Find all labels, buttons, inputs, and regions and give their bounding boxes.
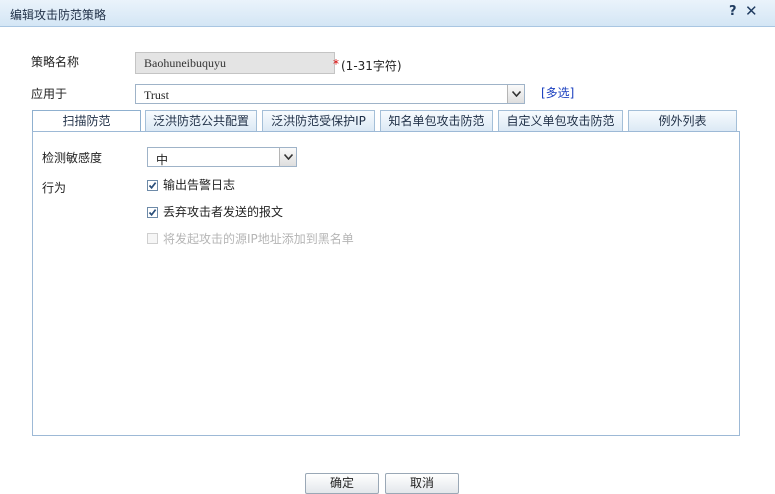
action-label: 行为 <box>42 181 67 195</box>
output-alarm-log-label: 输出告警日志 <box>163 178 236 192</box>
close-icon[interactable]: ✕ <box>745 2 758 20</box>
cancel-button[interactable]: 取消 <box>385 473 459 494</box>
tab-scan-prevention[interactable]: 扫描防范 <box>32 110 141 132</box>
apply-to-value: Trust <box>144 88 169 102</box>
tab-strip: 扫描防范 泛洪防范公共配置 泛洪防范受保护IP 知名单包攻击防范 自定义单包攻击… <box>32 110 740 132</box>
chevron-down-icon[interactable] <box>279 148 296 166</box>
tab-flood-common-config[interactable]: 泛洪防范公共配置 <box>145 110 257 131</box>
policy-name-label: 策略名称 <box>31 55 80 69</box>
tab-exception-list[interactable]: 例外列表 <box>628 110 737 131</box>
tab-custom-single-packet[interactable]: 自定义单包攻击防范 <box>498 110 623 131</box>
tab-known-single-packet[interactable]: 知名单包攻击防范 <box>380 110 493 131</box>
required-mark: * <box>333 57 339 71</box>
output-alarm-log-checkbox[interactable] <box>147 180 158 191</box>
apply-to-label: 应用于 <box>31 87 68 101</box>
add-source-ip-blacklist-label: 将发起攻击的源IP地址添加到黑名单 <box>163 232 354 246</box>
drop-attacker-packets-checkbox[interactable] <box>147 207 158 218</box>
drop-attacker-packets-label: 丢弃攻击者发送的报文 <box>163 205 284 219</box>
apply-to-select[interactable]: Trust <box>135 84 525 104</box>
policy-name-input[interactable] <box>135 52 335 74</box>
help-icon[interactable]: ? <box>729 4 737 19</box>
dialog-titlebar: 编辑攻击防范策略 ? ✕ <box>0 0 775 27</box>
sensitivity-value: 中 <box>156 153 169 167</box>
dialog-title: 编辑攻击防范策略 <box>10 8 107 22</box>
policy-name-hint: (1-31字符) <box>341 59 402 73</box>
sensitivity-label: 检测敏感度 <box>42 151 103 165</box>
chevron-down-icon[interactable] <box>507 85 524 103</box>
scan-prevention-panel <box>32 131 740 436</box>
add-source-ip-blacklist-checkbox <box>147 233 158 244</box>
ok-button[interactable]: 确定 <box>305 473 379 494</box>
tab-flood-protected-ip[interactable]: 泛洪防范受保护IP <box>262 110 375 131</box>
sensitivity-select[interactable]: 中 <box>147 147 297 167</box>
multi-select-link[interactable]: [多选] <box>541 84 574 101</box>
